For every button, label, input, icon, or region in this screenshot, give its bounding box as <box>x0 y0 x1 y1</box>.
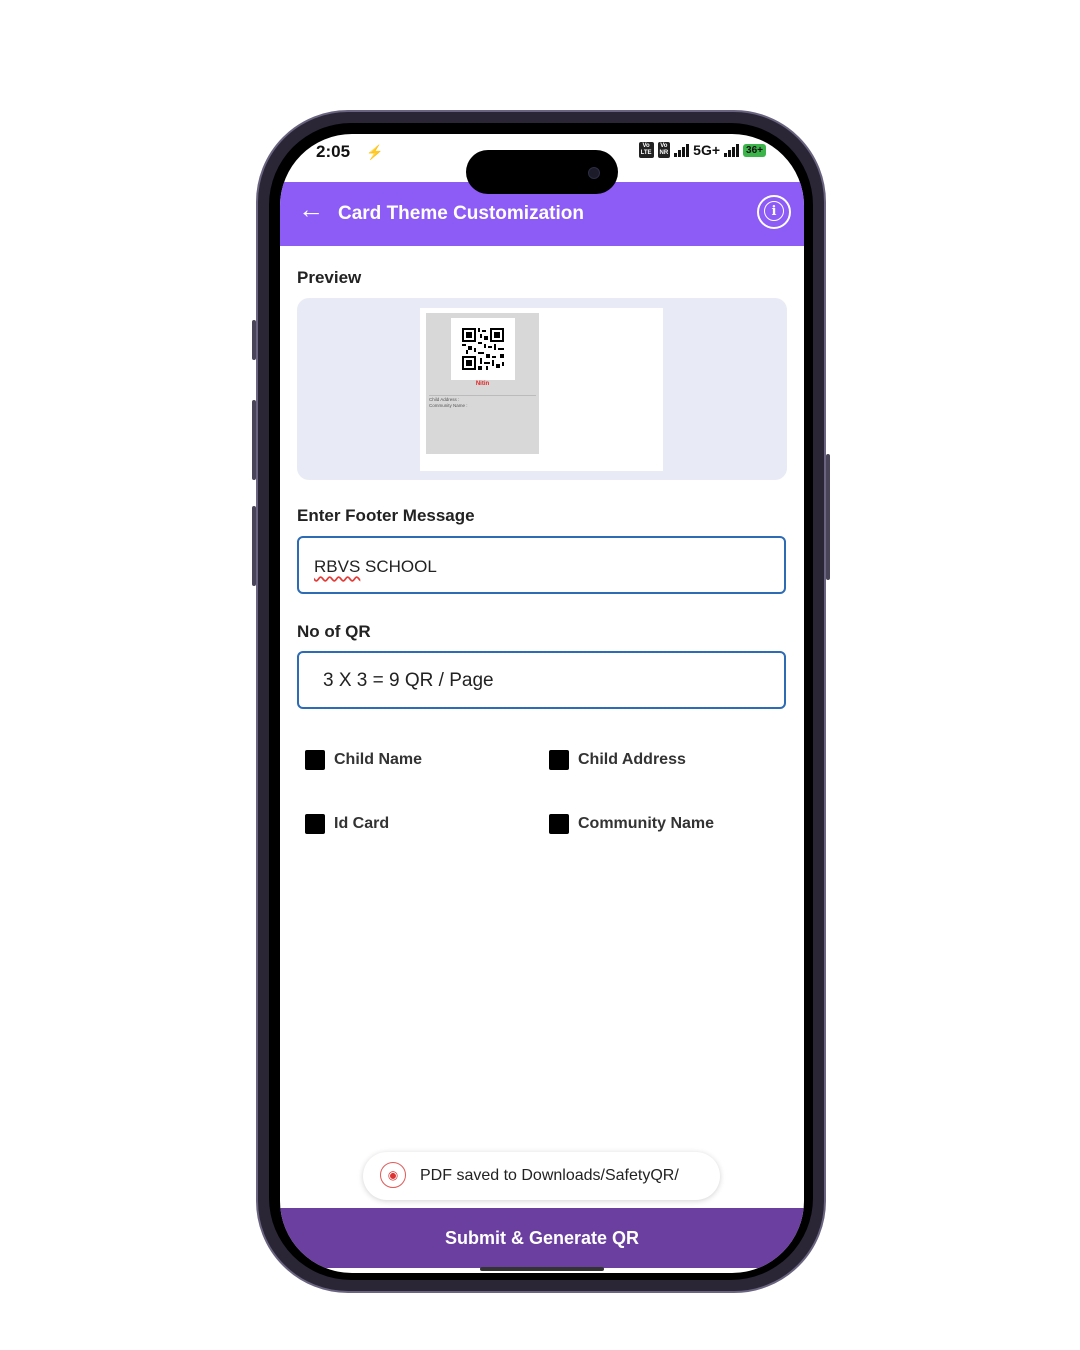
info-button[interactable]: i <box>757 195 791 229</box>
toast-message: PDF saved to Downloads/SafetyQR/ <box>420 1167 679 1184</box>
checkbox-checked-icon <box>549 750 569 770</box>
camera-icon <box>588 167 600 179</box>
footer-message-value: RBVS SCHOOL <box>314 557 437 577</box>
sim1-volte-icon: Vo LTE <box>638 142 654 158</box>
home-indicator[interactable] <box>480 1267 604 1271</box>
qr-code-image <box>451 318 515 380</box>
card-child-name: Nitin <box>475 381 490 387</box>
app-logo-icon: ◉ <box>380 1162 406 1188</box>
dynamic-island <box>466 150 618 194</box>
checkbox-child-name[interactable]: Child Name <box>305 750 422 770</box>
qr-code-icon <box>462 328 504 370</box>
network-type: 5G+ <box>693 142 721 158</box>
phone-frame: 2:05 ⚡ Vo LTE Vo NR 5G+ 36+ ← Card Theme… <box>252 110 830 1293</box>
footer-message-rest: SCHOOL <box>360 557 437 576</box>
preview-card: Nitin Child Address : Community Name : <box>426 313 539 454</box>
qr-count-selected: 3 X 3 = 9 QR / Page <box>323 670 494 691</box>
volume-down-button <box>252 506 256 586</box>
status-icons: Vo LTE Vo NR 5G+ 36+ <box>638 142 766 158</box>
checkbox-label: Community Name <box>578 815 715 832</box>
checkbox-checked-icon <box>549 814 569 834</box>
sim2-vonr-icon: Vo NR <box>657 142 671 158</box>
checkbox-checked-icon <box>305 750 325 770</box>
footer-message-input[interactable]: RBVS SCHOOL <box>297 536 786 594</box>
card-community-line: Community Name : <box>429 403 468 408</box>
submit-generate-button[interactable]: Submit & Generate QR <box>280 1208 804 1268</box>
back-arrow-icon[interactable]: ← <box>298 194 324 225</box>
page-title: Card Theme Customization <box>338 203 584 224</box>
card-address-line: Child Address : <box>429 395 536 402</box>
spellcheck-word: RBVS <box>314 557 361 576</box>
info-icon: i <box>764 201 784 221</box>
footer-message-label: Enter Footer Message <box>297 506 475 525</box>
power-button <box>826 454 830 580</box>
checkbox-child-address[interactable]: Child Address <box>549 750 686 770</box>
qr-count-dropdown[interactable]: 3 X 3 = 9 QR / Page <box>297 651 786 709</box>
checkbox-community-name[interactable]: Community Name <box>549 814 714 834</box>
preview-page: Nitin Child Address : Community Name : <box>420 308 663 471</box>
checkbox-id-card[interactable]: Id Card <box>305 814 389 834</box>
signal-bars-2-icon <box>724 143 740 157</box>
qr-count-label: No of QR <box>297 622 371 641</box>
checkbox-checked-icon <box>305 814 325 834</box>
checkbox-label: Child Address <box>578 751 686 768</box>
battery-icon: 36+ <box>743 143 766 157</box>
volume-up-button <box>252 400 256 480</box>
checkbox-label: Child Name <box>334 751 423 768</box>
signal-bars-icon <box>674 143 690 157</box>
charging-bolt-icon: ⚡ <box>366 144 384 160</box>
app-screen: 2:05 ⚡ Vo LTE Vo NR 5G+ 36+ ← Card Theme… <box>280 134 804 1273</box>
preview-panel: Nitin Child Address : Community Name : <box>297 298 787 480</box>
preview-label: Preview <box>297 268 362 287</box>
checkbox-label: Id Card <box>334 815 390 832</box>
action-button <box>252 320 256 360</box>
toast-notification: ◉ PDF saved to Downloads/SafetyQR/ <box>363 1152 720 1200</box>
status-time: 2:05 <box>316 142 351 161</box>
